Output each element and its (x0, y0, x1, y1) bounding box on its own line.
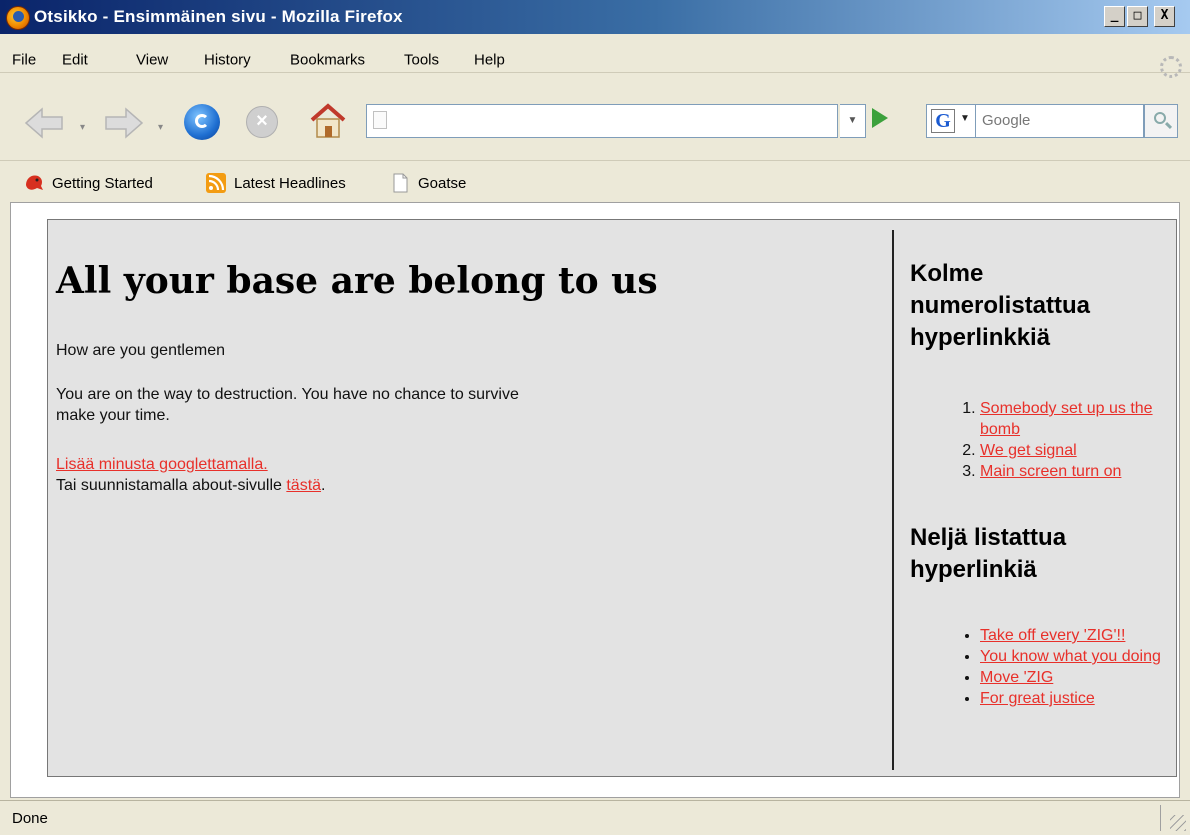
status-divider (1160, 805, 1161, 831)
bookmark-label: Getting Started (52, 174, 153, 192)
back-history-dropdown-icon[interactable]: ▾ (80, 122, 85, 133)
search-input[interactable]: Google (976, 104, 1144, 138)
link-move-zig[interactable]: Move 'ZIG (980, 669, 1053, 686)
page-heading: All your base are belong to us (56, 260, 658, 302)
reload-button[interactable] (184, 104, 220, 140)
links-paragraph: Lisää minusta googlettamalla. Tai suunni… (56, 454, 325, 496)
bookmark-getting-started[interactable]: Getting Started (24, 173, 153, 193)
search-engine-selector[interactable]: G ▼ (926, 104, 976, 138)
list-item: Somebody set up us the bomb (980, 398, 1170, 440)
menu-bookmarks[interactable]: Bookmarks (290, 52, 365, 69)
paragraph-line: make your time. (56, 407, 170, 424)
page-icon (393, 173, 408, 193)
list-item: Main screen turn on (980, 461, 1170, 482)
google-icon: G (931, 109, 955, 133)
chevron-down-icon: ▼ (960, 113, 970, 124)
link-we-get-signal[interactable]: We get signal (980, 442, 1077, 459)
about-suffix: . (321, 477, 326, 494)
menu-history[interactable]: History (204, 52, 251, 69)
url-dropdown-button[interactable]: ▼ (840, 104, 866, 138)
list-item: Move 'ZIG (980, 667, 1170, 688)
list-item: For great justice (980, 688, 1170, 709)
menu-edit[interactable]: Edit (62, 52, 88, 69)
heading-line: numerolistattua (910, 292, 1091, 319)
bulleted-link-list: Take off every 'ZIG'!! You know what you… (980, 625, 1170, 709)
close-button[interactable]: X (1154, 6, 1175, 27)
list-item: We get signal (980, 440, 1170, 461)
list-item: Take off every 'ZIG'!! (980, 625, 1170, 646)
link-main-screen[interactable]: Main screen turn on (980, 463, 1121, 480)
bookmark-goatse[interactable]: Goatse (390, 173, 466, 193)
search-icon (1154, 112, 1166, 124)
resize-grip-icon[interactable] (1170, 815, 1186, 831)
bookmarks-toolbar: Getting Started Latest Headlines Goatse (0, 160, 1190, 201)
home-button[interactable] (308, 102, 348, 140)
heading-line: Kolme (910, 260, 984, 287)
list-item: You know what you doing (980, 646, 1170, 667)
status-bar: Done (0, 800, 1190, 835)
title-bar[interactable]: Otsikko - Ensimmäinen sivu - Mozilla Fir… (0, 0, 1190, 34)
menu-view[interactable]: View (136, 52, 168, 69)
navigation-toolbar: ▾ ▾ × ▼ G ▼ Google (0, 92, 1190, 154)
menu-file[interactable]: File (12, 52, 36, 69)
forward-button[interactable] (102, 106, 146, 140)
link-you-know[interactable]: You know what you doing (980, 648, 1161, 665)
page-viewport[interactable]: All your base are belong to us How are y… (10, 202, 1180, 798)
status-text: Done (12, 810, 48, 827)
paragraph-line: You are on the way to destruction. You h… (56, 386, 519, 403)
maximize-button[interactable]: □ (1127, 6, 1148, 27)
link-take-off-zig[interactable]: Take off every 'ZIG'!! (980, 627, 1125, 644)
go-button[interactable] (872, 108, 888, 128)
window-title: Otsikko - Ensimmäinen sivu - Mozilla Fir… (34, 7, 403, 26)
heading-line: Neljä listattua (910, 524, 1067, 551)
heading-line: hyperlinkkiä (910, 324, 1051, 351)
greeting-paragraph: How are you gentlemen (56, 342, 225, 359)
sidebar-heading-numbered: Kolme numerolistattua hyperlinkkiä (910, 258, 1090, 354)
page-icon (373, 111, 387, 129)
bookmark-label: Goatse (418, 174, 467, 192)
firefox-bookmark-icon (26, 175, 43, 190)
throbber-icon (1160, 56, 1182, 78)
link-somebody-set-up[interactable]: Somebody set up us the bomb (980, 400, 1153, 438)
link-great-justice[interactable]: For great justice (980, 690, 1095, 707)
page-container: All your base are belong to us How are y… (47, 219, 1177, 777)
sidebar-heading-bulleted: Neljä listattua hyperlinkiä (910, 522, 1066, 586)
stop-button[interactable]: × (246, 106, 278, 138)
menu-help[interactable]: Help (474, 52, 505, 69)
minimize-button[interactable]: _ (1104, 6, 1125, 27)
forward-history-dropdown-icon[interactable]: ▾ (158, 122, 163, 133)
about-text: Tai suunnistamalla about-sivulle (56, 477, 287, 494)
menu-tools[interactable]: Tools (404, 52, 439, 69)
menu-bar: File Edit View History Bookmarks Tools H… (0, 34, 1190, 78)
back-button[interactable] (22, 106, 66, 140)
heading-line: hyperlinkiä (910, 556, 1037, 583)
bookmark-latest-headlines[interactable]: Latest Headlines (206, 173, 346, 193)
rss-icon (206, 173, 226, 193)
firefox-logo-icon (6, 6, 30, 30)
bookmark-label: Latest Headlines (234, 174, 346, 192)
sidebar-divider (892, 230, 894, 770)
google-link[interactable]: Lisää minusta googlettamalla. (56, 456, 268, 473)
destruction-paragraph: You are on the way to destruction. You h… (56, 384, 519, 426)
about-link[interactable]: tästä (286, 477, 321, 494)
url-input[interactable] (366, 104, 838, 138)
numbered-link-list: Somebody set up us the bomb We get signa… (980, 398, 1170, 482)
search-button[interactable] (1144, 104, 1178, 138)
